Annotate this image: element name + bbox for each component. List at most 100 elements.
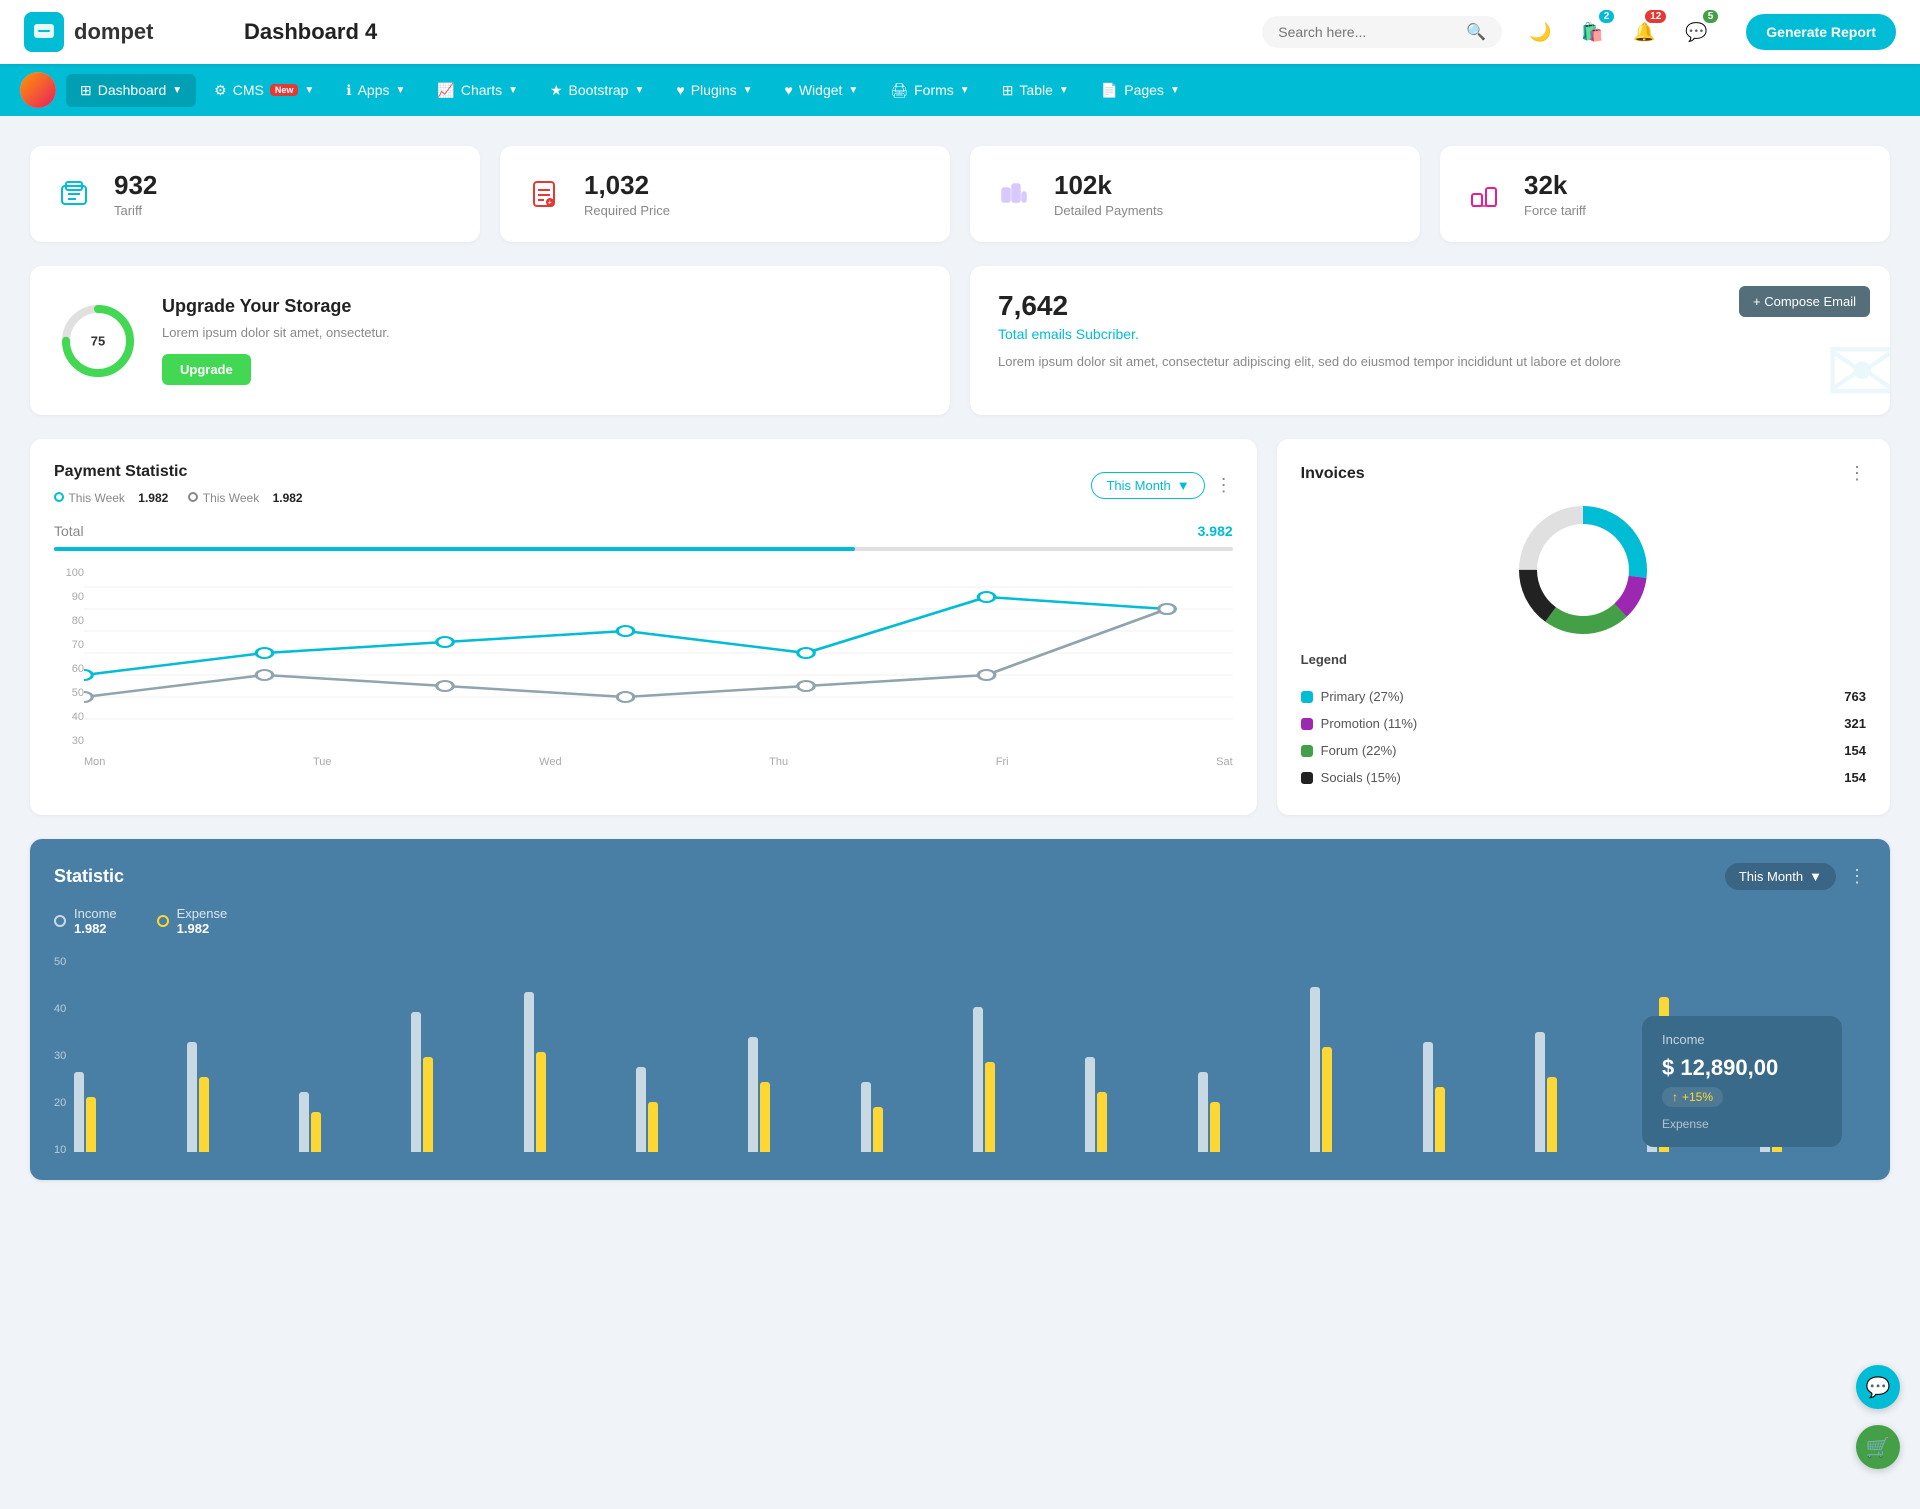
- legend-item-socials: Socials (15%) 154: [1301, 764, 1866, 791]
- bar-group-3: [299, 1092, 405, 1152]
- nav-items: ⊞ Dashboard ▼ ⚙ CMS New ▼ ℹ Apps ▼ 📈 Cha…: [66, 74, 1194, 107]
- primary-value: 763: [1844, 689, 1866, 704]
- table-arrow: ▼: [1059, 85, 1069, 96]
- payment-title: Payment Statistic: [54, 463, 303, 481]
- total-label: Total: [54, 523, 84, 539]
- logo-icon: [24, 12, 64, 52]
- income-arrow-up: ↑: [1672, 1090, 1678, 1104]
- generate-report-button[interactable]: Generate Report: [1746, 14, 1896, 50]
- bar-group-9: [973, 1007, 1079, 1152]
- cms-icon: ⚙: [214, 82, 227, 99]
- statistic-header: Statistic This Month ▼ ⋮: [54, 863, 1866, 890]
- donut-wrap: 75: [58, 301, 138, 381]
- bar-y-labels: 50 40 30 20 10: [54, 956, 74, 1156]
- stat-card-force-tariff: 32k Force tariff: [1440, 146, 1890, 242]
- invoices-menu-button[interactable]: ⋮: [1848, 463, 1866, 484]
- payment-statistic-card: Payment Statistic This Week 1.982 This W…: [30, 439, 1257, 815]
- navbar: ⊞ Dashboard ▼ ⚙ CMS New ▼ ℹ Apps ▼ 📈 Cha…: [0, 64, 1920, 116]
- statistic-controls: This Month ▼ ⋮: [1725, 863, 1866, 890]
- statistic-dropdown-arrow: ▼: [1809, 869, 1822, 884]
- bar-white-5: [524, 992, 534, 1152]
- search-input[interactable]: [1278, 24, 1458, 40]
- nav-item-bootstrap[interactable]: ★ Bootstrap ▼: [536, 74, 658, 107]
- nav-forms-label: Forms: [914, 82, 954, 98]
- bar-group-12: [1310, 987, 1416, 1152]
- nav-widget-label: Widget: [799, 82, 843, 98]
- cart-btn[interactable]: 🛍️ 2: [1574, 14, 1610, 50]
- statistic-menu-button[interactable]: ⋮: [1848, 866, 1866, 887]
- charts-icon: 📈: [437, 82, 454, 99]
- income-badge: ↑ +15%: [1662, 1087, 1723, 1107]
- bar-group-5: [524, 992, 630, 1152]
- forms-arrow: ▼: [960, 85, 970, 96]
- nav-item-pages[interactable]: 📄 Pages ▼: [1087, 74, 1194, 107]
- expense-dot: [157, 915, 169, 927]
- detailed-payments-icon: [990, 170, 1038, 218]
- promotion-value: 321: [1844, 716, 1866, 731]
- statistic-this-month-button[interactable]: This Month ▼: [1725, 863, 1836, 890]
- middle-row: 75 Upgrade Your Storage Lorem ipsum dolo…: [30, 266, 1890, 415]
- nav-apps-label: Apps: [358, 82, 390, 98]
- nav-item-apps[interactable]: ℹ Apps ▼: [332, 74, 419, 107]
- search-area[interactable]: 🔍: [1262, 16, 1502, 48]
- bar-group-2: [187, 1042, 293, 1152]
- income-legend-value: 1.982: [74, 921, 117, 936]
- nav-item-charts[interactable]: 📈 Charts ▼: [423, 74, 532, 107]
- chart-menu-button[interactable]: ⋮: [1215, 475, 1233, 496]
- bar-white-12: [1310, 987, 1320, 1152]
- tariff-label: Tariff: [114, 203, 157, 218]
- primary-color: [1301, 691, 1313, 703]
- nav-item-cms[interactable]: ⚙ CMS New ▼: [200, 74, 328, 107]
- socials-label: Socials (15%): [1321, 770, 1401, 785]
- chat-badge: 5: [1703, 10, 1719, 23]
- page-title: Dashboard 4: [224, 19, 1262, 45]
- support-fab[interactable]: 💬: [1856, 1365, 1900, 1409]
- expense-legend: Expense 1.982: [157, 906, 228, 936]
- theme-toggle-btn[interactable]: 🌙: [1522, 14, 1558, 50]
- nav-item-table[interactable]: ⊞ Table ▼: [988, 74, 1083, 107]
- bar-yellow-8: [873, 1107, 883, 1152]
- bar-white-6: [636, 1067, 646, 1152]
- bar-yellow-13: [1435, 1087, 1445, 1152]
- bar-white-7: [748, 1037, 758, 1152]
- income-panel: Income $ 12,890,00 ↑ +15% Expense: [1642, 1016, 1842, 1147]
- chat-btn[interactable]: 💬 5: [1678, 14, 1714, 50]
- bar-white-3: [299, 1092, 309, 1152]
- chart-controls: This Month ▼ ⋮: [1091, 472, 1232, 499]
- invoices-header: Invoices ⋮: [1301, 463, 1866, 484]
- required-price-icon: +: [520, 170, 568, 218]
- nav-item-plugins[interactable]: ♥ Plugins ▼: [662, 74, 766, 106]
- tariff-icon: [50, 170, 98, 218]
- legend-item-primary: Primary (27%) 763: [1301, 683, 1866, 710]
- invoices-title: Invoices: [1301, 465, 1365, 483]
- bootstrap-icon: ★: [550, 82, 563, 99]
- cart-fab[interactable]: 🛒: [1856, 1425, 1900, 1469]
- bar-group-14: [1535, 1032, 1641, 1152]
- stat-card-detailed-payments: 102k Detailed Payments: [970, 146, 1420, 242]
- legend-title: Legend: [1301, 652, 1866, 667]
- nav-item-dashboard[interactable]: ⊞ Dashboard ▼: [66, 74, 196, 107]
- logo-text: dompet: [74, 19, 153, 45]
- bar-group-1: [74, 1072, 180, 1152]
- compose-email-button[interactable]: + Compose Email: [1739, 286, 1870, 317]
- bell-btn[interactable]: 🔔 12: [1626, 14, 1662, 50]
- upgrade-button[interactable]: Upgrade: [162, 354, 251, 385]
- charts-arrow: ▼: [508, 85, 518, 96]
- stat-card-tariff: 932 Tariff: [30, 146, 480, 242]
- this-month-button[interactable]: This Month ▼: [1091, 472, 1204, 499]
- new-badge: New: [270, 84, 299, 96]
- nav-item-forms[interactable]: 🖨 Forms ▼: [876, 74, 983, 107]
- income-legend-label: Income: [74, 906, 117, 921]
- bar-yellow-2: [199, 1077, 209, 1152]
- bar-white-9: [973, 1007, 983, 1152]
- bar-group-7: [748, 1037, 854, 1152]
- legend-item-forum: Forum (22%) 154: [1301, 737, 1866, 764]
- cms-arrow: ▼: [304, 85, 314, 96]
- force-tariff-label: Force tariff: [1524, 203, 1586, 218]
- income-dot: [54, 915, 66, 927]
- this-month-label: This Month: [1106, 478, 1170, 493]
- nav-item-widget[interactable]: ♥ Widget ▼: [771, 74, 873, 106]
- apps-arrow: ▼: [396, 85, 406, 96]
- widget-icon: ♥: [785, 82, 793, 98]
- legend-section: Primary (27%) 763 Promotion (11%) 321 Fo…: [1301, 683, 1866, 791]
